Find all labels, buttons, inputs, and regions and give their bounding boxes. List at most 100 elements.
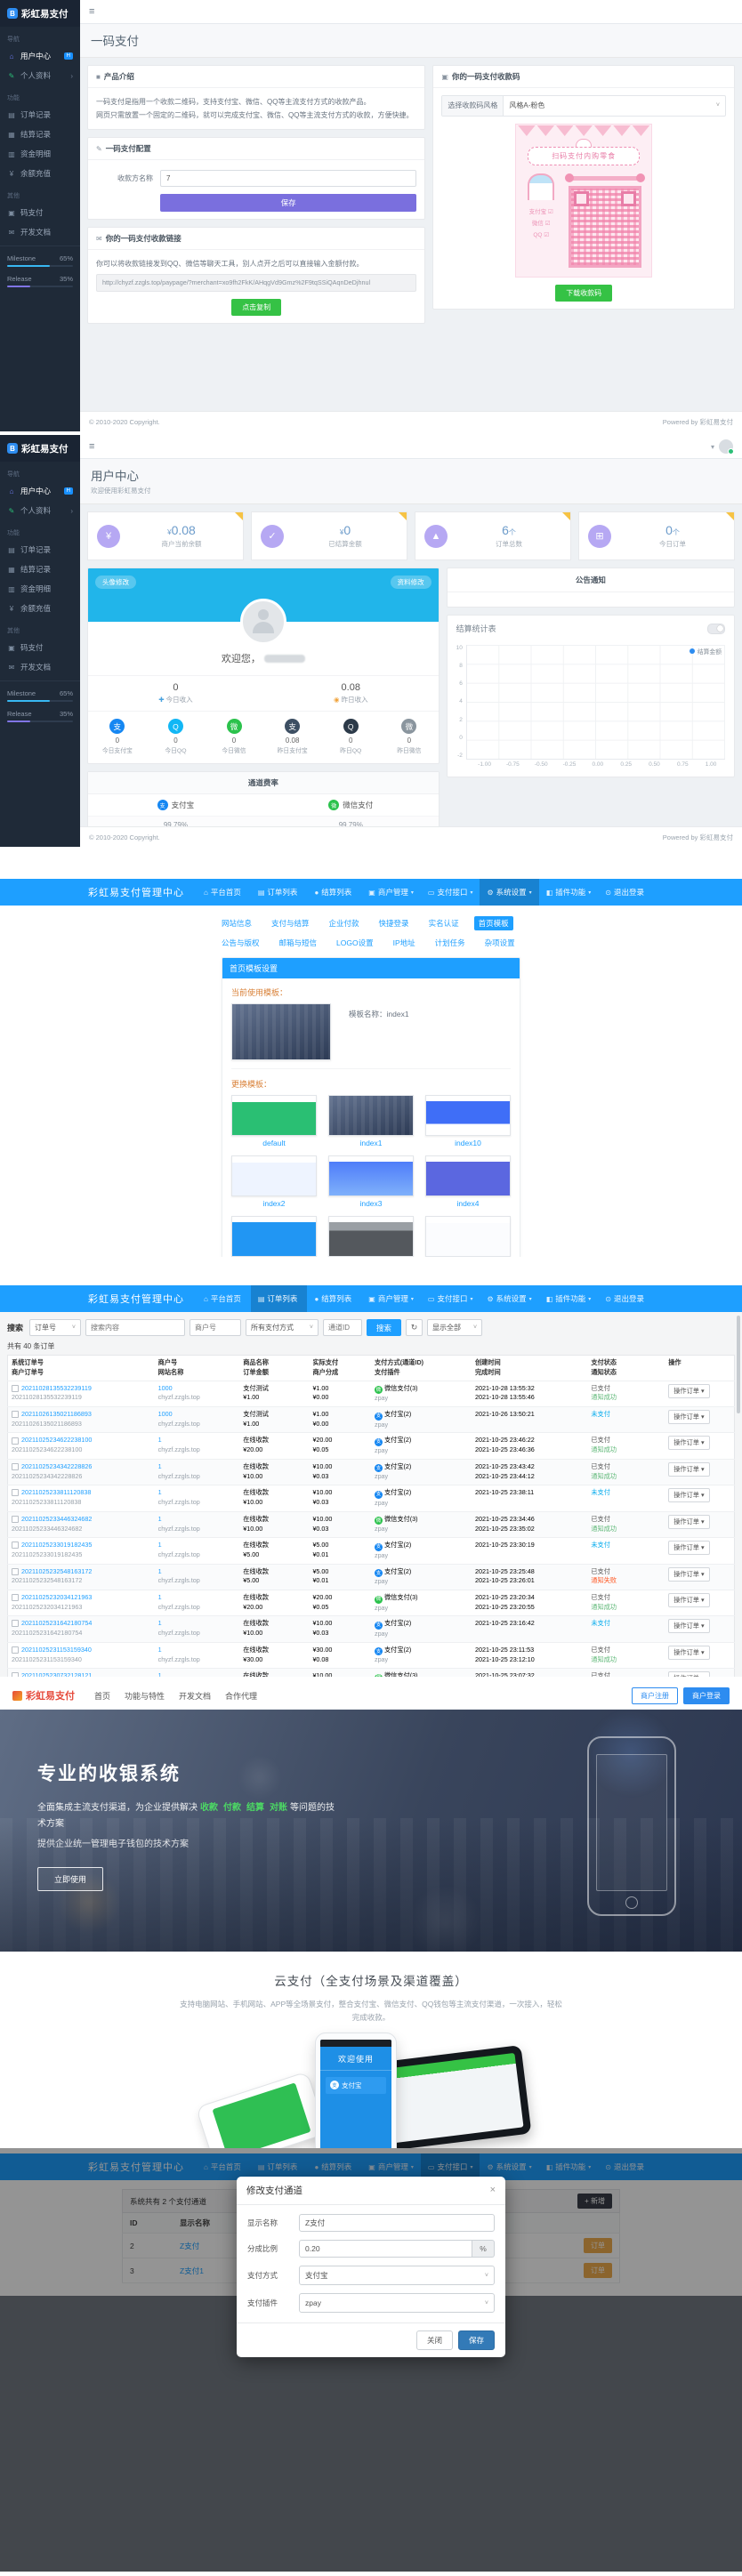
portal-nav-item[interactable]: ▤ 订单列表 [251,1285,308,1312]
change-avatar-button[interactable]: 头像修改 [95,576,136,589]
merchant-id-link[interactable]: 1 [158,1671,162,1677]
search-keyword-input[interactable] [85,1319,185,1336]
merchant-id-link[interactable]: 1 [158,1488,162,1496]
template-item[interactable]: index1 [328,1095,414,1147]
template-link[interactable]: index3 [328,1199,414,1208]
merchant-id-input[interactable] [190,1319,241,1336]
scrollbar[interactable] [737,1316,740,1413]
portal-nav-item[interactable]: ▭ 支付接口 ▾ [421,879,480,906]
portal-nav-item[interactable]: ⊙ 退出登录 [598,1285,654,1312]
sidebar-item[interactable]: ¥ 余额充值 [0,599,80,618]
system-order-no[interactable]: 20211025231153159340 [21,1646,92,1654]
search-button[interactable]: 搜索 [367,1319,401,1336]
chart-toggle[interactable] [707,624,725,634]
settings-tab[interactable]: 支付与结算 [267,916,314,930]
table-header-cell[interactable]: 操作 [665,1356,734,1381]
close-icon[interactable]: × [490,2186,496,2195]
portal-nav-item[interactable]: ◧ 插件功能 ▾ [539,1285,599,1312]
row-checkbox[interactable] [12,1672,19,1677]
sidebar-item[interactable]: ▤ 订单记录 [0,540,80,559]
nav-link-home[interactable]: 首页 [94,1690,110,1702]
sidebar-item[interactable]: ▥ 资金明细 [0,144,80,164]
sidebar-item[interactable]: ▣ 码支付 [0,638,80,657]
merchant-id-link[interactable]: 1 [158,1567,162,1575]
cancel-button[interactable]: 关闭 [416,2330,453,2350]
edit-profile-button[interactable]: 资料修改 [391,576,431,589]
system-order-no[interactable]: 20211025233019182435 [21,1541,92,1549]
template-item[interactable]: index5 [231,1216,317,1257]
row-checkbox[interactable] [12,1516,19,1523]
stat-card[interactable]: ⊞ 0个 今日订单 [578,511,735,560]
chart-legend[interactable]: 结算金额 [690,647,722,656]
merchant-id-link[interactable]: 1 [158,1619,162,1627]
user-menu-caret-icon[interactable]: ▾ [711,443,714,451]
portal-nav-item[interactable]: ● 结算列表 [307,879,361,906]
sidebar-item[interactable]: ▣ 码支付 [0,203,80,222]
sidebar-item[interactable]: 功能 [0,520,80,540]
row-checkbox[interactable] [12,1489,19,1496]
table-header-cell[interactable]: 创建时间完成时间 [472,1356,587,1381]
stat-card[interactable]: ✓ ¥0 已结算金额 [251,511,407,560]
row-checkbox[interactable] [12,1437,19,1445]
sidebar-item[interactable]: ▤ 订单记录 [0,105,80,125]
merchant-id-link[interactable]: 1000 [158,1384,173,1392]
system-order-no[interactable]: 20211026135021186893 [21,1410,92,1418]
settings-tab[interactable]: 计划任务 [431,936,470,950]
order-actions-button[interactable]: 操作订单 ▾ [668,1384,709,1398]
portal-nav-item[interactable]: ⚙ 系统设置 ▾ [480,879,538,906]
search-type-select[interactable]: 订单号˅ [29,1319,81,1336]
pay-link-url[interactable]: http://chyzf.zzgls.top/paypage/?merchant… [96,274,416,293]
row-checkbox[interactable] [12,1594,19,1601]
settings-tab[interactable]: 首页模板 [474,916,513,930]
system-order-no[interactable]: 20211025234622238100 [21,1436,92,1444]
order-actions-button[interactable]: 操作订单 ▾ [668,1515,709,1529]
portal-nav-item[interactable]: ▤ 订单列表 [251,879,308,906]
portal-nav-item[interactable]: ▣ 商户管理 ▾ [361,879,421,906]
order-actions-button[interactable]: 操作订单 ▾ [668,1541,709,1555]
copy-link-button[interactable]: 点击复制 [231,299,281,316]
table-header-cell[interactable]: 系统订单号商户订单号 [8,1356,155,1381]
save-button[interactable]: 保存 [458,2330,495,2350]
channel-id-input[interactable] [323,1319,362,1336]
qr-style-select[interactable]: 选择收款码风格 风格A-粉色˅ [441,95,726,117]
sidebar-item[interactable]: ¥ 余额充值 [0,164,80,183]
row-checkbox[interactable] [12,1646,19,1654]
display-name-input[interactable] [299,2214,495,2232]
table-header-cell[interactable]: 实际支付商户分成 [309,1356,371,1381]
template-item[interactable]: index7 [425,1216,511,1257]
nav-link-features[interactable]: 功能与特性 [125,1690,165,1702]
merchant-id-link[interactable]: 1 [158,1541,162,1549]
portal-nav-item[interactable]: ◧ 插件功能 ▾ [539,879,599,906]
template-item[interactable]: default [231,1095,317,1147]
settings-tab[interactable]: 实名认证 [424,916,464,930]
template-link[interactable]: index10 [425,1139,511,1147]
system-order-no[interactable]: 20211025230732128121 [21,1671,92,1677]
system-order-no[interactable]: 20211025231642180754 [21,1619,92,1627]
register-button[interactable]: 商户注册 [632,1687,678,1704]
save-button[interactable]: 保存 [160,194,416,212]
portal-nav-item[interactable]: ⊙ 退出登录 [598,879,654,906]
sidebar-item[interactable]: ▦ 结算记录 [0,559,80,579]
sidebar-item[interactable]: 其他 [0,618,80,638]
order-actions-button[interactable]: 操作订单 ▾ [668,1567,709,1582]
template-item[interactable]: index2 [231,1155,317,1208]
nav-link-docs[interactable]: 开发文档 [179,1690,211,1702]
sidebar-item[interactable]: 导航 [0,462,80,481]
template-link[interactable]: default [231,1139,317,1147]
avatar[interactable] [719,439,733,454]
get-started-button[interactable]: 立即使用 [37,1867,103,1891]
merchant-id-link[interactable]: 1 [158,1515,162,1523]
order-actions-button[interactable]: 操作订单 ▾ [668,1646,709,1660]
system-order-no[interactable]: 20211025234342228826 [21,1462,92,1470]
row-checkbox[interactable] [12,1463,19,1470]
pay-method-select[interactable]: 支付宝˅ [299,2266,495,2285]
template-link[interactable]: index1 [328,1139,414,1147]
settings-tab[interactable]: 邮箱与短信 [275,936,322,950]
system-order-no[interactable]: 20211028135532239119 [21,1384,92,1392]
portal-nav-item[interactable]: ▣ 商户管理 ▾ [361,1285,421,1312]
merchant-id-link[interactable]: 1 [158,1436,162,1444]
portal-nav-item[interactable]: ▭ 支付接口 ▾ [421,1285,480,1312]
download-qr-button[interactable]: 下载收款码 [555,285,612,302]
refresh-button[interactable]: ↻ [406,1319,423,1336]
settings-tab[interactable]: LOGO设置 [332,936,378,950]
